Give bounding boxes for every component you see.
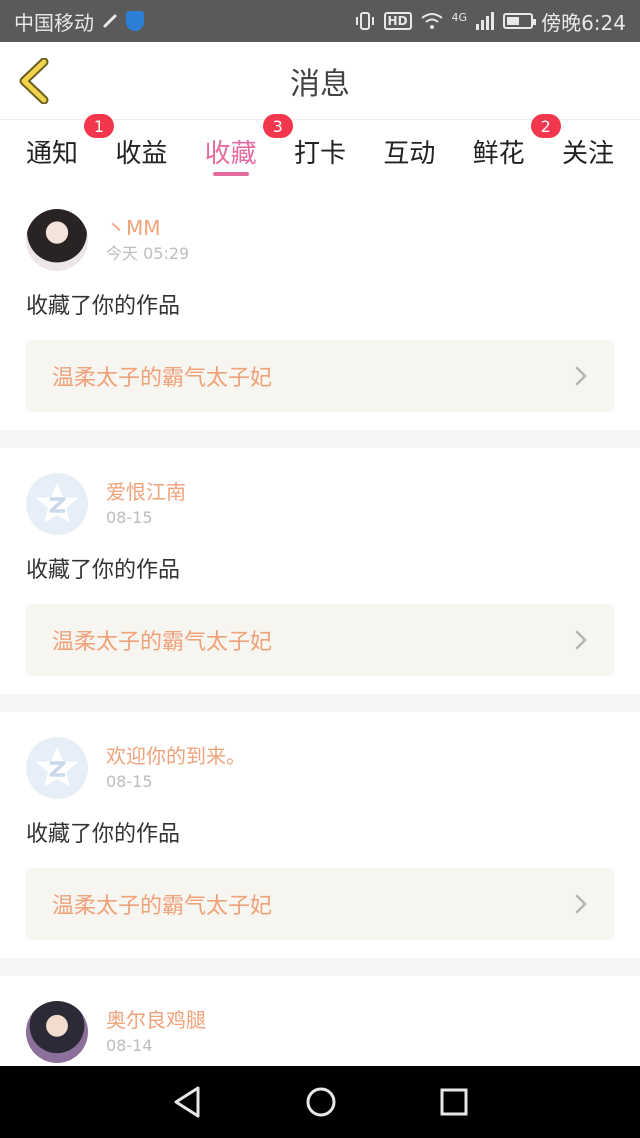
recents-square-icon[interactable]: [440, 1088, 468, 1116]
chevron-right-icon: [575, 894, 587, 914]
unread-badge: 3: [262, 114, 293, 138]
tab-checkin[interactable]: 打卡: [294, 120, 346, 182]
avatar[interactable]: [26, 1001, 88, 1063]
message-list: 丶MM 今天 05:29 收藏了你的作品 温柔太子的霸气太子妃 爱恨江南 08-…: [0, 184, 640, 1126]
work-title: 温柔太子的霸气太子妃: [52, 894, 273, 919]
tab-label: 收藏: [204, 138, 257, 169]
action-text: 收藏了你的作品: [26, 822, 181, 847]
work-link[interactable]: 温柔太子的霸气太子妃: [26, 604, 614, 676]
unread-badge: 1: [84, 114, 115, 138]
tab-following[interactable]: 关注: [562, 120, 614, 182]
carrier-label: 中国移动: [14, 10, 94, 35]
tab-favorites[interactable]: 收藏 3: [204, 114, 293, 182]
avatar[interactable]: [26, 473, 88, 535]
tab-label: 关注: [561, 138, 614, 169]
work-link[interactable]: 温柔太子的霸气太子妃: [26, 340, 614, 412]
work-title: 温柔太子的霸气太子妃: [52, 630, 273, 655]
usb-icon: [102, 13, 118, 29]
user-name[interactable]: 奥尔良鸡腿: [106, 1006, 206, 1034]
qq-default-avatar-icon: [36, 483, 78, 523]
back-button[interactable]: [16, 57, 56, 105]
list-item: 爱恨江南 08-15 收藏了你的作品 温柔太子的霸气太子妃: [0, 448, 640, 712]
work-link[interactable]: 温柔太子的霸气太子妃: [26, 868, 614, 940]
signal-icon: [475, 12, 495, 30]
chevron-right-icon: [575, 366, 587, 386]
list-item: 丶MM 今天 05:29 收藏了你的作品 温柔太子的霸气太子妃: [0, 184, 640, 448]
vibrate-icon: [354, 11, 376, 31]
user-name[interactable]: 丶MM: [106, 214, 189, 242]
nav-bar: 消息: [0, 42, 640, 120]
timestamp: 08-14: [106, 1036, 153, 1055]
timestamp: 08-15: [106, 508, 153, 527]
tab-interaction[interactable]: 互动: [383, 120, 435, 182]
battery-icon: [503, 13, 537, 29]
status-bar: 中国移动 HD 4G 傍晚6:24: [0, 0, 640, 42]
tab-label: 收益: [115, 138, 168, 169]
tab-bar: 通知 1 收益 收藏 3 打卡 互动 鲜花 2 关注: [0, 114, 640, 182]
qq-default-avatar-icon: [36, 747, 78, 787]
shield-icon: [126, 11, 144, 31]
page-title: 消息: [290, 66, 350, 102]
wifi-icon: [420, 12, 444, 30]
tab-flowers[interactable]: 鲜花 2: [472, 114, 561, 182]
unread-badge: 2: [530, 114, 561, 138]
timestamp: 08-15: [106, 772, 153, 791]
tab-notifications[interactable]: 通知 1: [26, 114, 115, 182]
work-title: 温柔太子的霸气太子妃: [52, 366, 273, 391]
avatar[interactable]: [26, 209, 88, 271]
avatar[interactable]: [26, 737, 88, 799]
hd-icon: HD: [383, 12, 412, 30]
list-item: 欢迎你的到来。 08-15 收藏了你的作品 温柔太子的霸气太子妃: [0, 712, 640, 976]
tab-label: 鲜花: [472, 138, 525, 169]
user-name[interactable]: 爱恨江南: [106, 478, 186, 506]
action-text: 收藏了你的作品: [26, 294, 181, 319]
tab-label: 互动: [383, 138, 436, 169]
action-text: 收藏了你的作品: [26, 558, 181, 583]
chevron-right-icon: [575, 630, 587, 650]
status-time: 傍晚6:24: [541, 10, 626, 35]
timestamp: 今天 05:29: [106, 244, 190, 263]
tab-label: 通知: [26, 138, 79, 169]
tab-earnings[interactable]: 收益: [115, 120, 167, 182]
home-circle-icon[interactable]: [305, 1086, 337, 1118]
network-label: 4G: [451, 10, 468, 24]
system-nav-bar: [0, 1066, 640, 1138]
chevron-left-icon: [19, 57, 49, 105]
user-name[interactable]: 欢迎你的到来。: [106, 742, 246, 770]
tab-label: 打卡: [293, 138, 346, 169]
back-triangle-icon[interactable]: [172, 1085, 202, 1119]
